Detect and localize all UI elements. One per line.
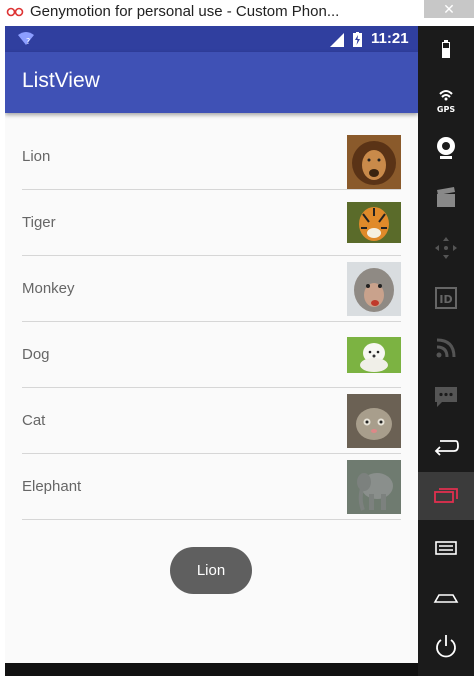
- home-icon: [433, 594, 459, 603]
- toast-message: Lion: [170, 547, 252, 594]
- dog-thumbnail: [347, 337, 401, 373]
- list-item-label: Elephant: [22, 478, 82, 495]
- toolbar-title: ListView: [22, 69, 100, 92]
- network-tool-button[interactable]: [418, 326, 474, 366]
- list-item-label: Lion: [22, 148, 51, 165]
- app-toolbar: ListView: [5, 52, 418, 113]
- list-item-lion[interactable]: Lion: [22, 124, 401, 190]
- device-screen: ? 11:21 ListView Lion Tiger Monkey Dog C…: [5, 26, 418, 663]
- capture-icon: [437, 187, 455, 207]
- lion-thumbnail: [347, 135, 401, 189]
- power-icon: [436, 635, 456, 658]
- gps-tool-button[interactable]: GPS: [418, 78, 474, 118]
- gps-icon: GPS: [437, 90, 455, 114]
- wifi-icon: ?: [18, 32, 34, 46]
- tiger-thumbnail: [347, 202, 401, 243]
- recents-icon: [434, 488, 458, 503]
- device-id-tool-button[interactable]: ID: [418, 276, 474, 316]
- battery-icon: [442, 40, 450, 58]
- back-icon: [434, 440, 459, 456]
- emulator-sidebar: GPS ID: [418, 26, 474, 676]
- sms-icon: [435, 387, 457, 407]
- signal-icon: [330, 33, 344, 47]
- dpad-icon: [435, 237, 457, 259]
- list-item-cat[interactable]: Cat: [22, 388, 401, 454]
- monkey-thumbnail: [347, 262, 401, 316]
- gps-label: GPS: [437, 105, 455, 114]
- window-titlebar: Genymotion for personal use - Custom Pho…: [0, 0, 474, 26]
- rss-icon: [436, 338, 456, 358]
- capture-tool-button[interactable]: [418, 176, 474, 216]
- dpad-tool-button[interactable]: [418, 226, 474, 266]
- id-label: ID: [439, 293, 452, 306]
- back-button[interactable]: [418, 424, 474, 464]
- menu-button[interactable]: [418, 526, 474, 566]
- list-item-dog[interactable]: Dog: [22, 322, 401, 388]
- list-item-label: Cat: [22, 412, 46, 429]
- list-item-monkey[interactable]: Monkey: [22, 256, 401, 322]
- home-button[interactable]: [418, 576, 474, 616]
- cat-thumbnail: [347, 394, 401, 448]
- genymotion-logo-icon: [6, 7, 24, 17]
- window-close-button[interactable]: ✕: [424, 0, 474, 18]
- status-bar: ? 11:21: [5, 26, 418, 52]
- battery-charging-icon: [353, 32, 362, 47]
- camera-tool-button[interactable]: [418, 126, 474, 166]
- animal-list[interactable]: Lion Tiger Monkey Dog Cat Elephant: [22, 124, 401, 520]
- recents-button[interactable]: [418, 472, 474, 520]
- sms-tool-button[interactable]: [418, 374, 474, 414]
- battery-tool-button[interactable]: [418, 30, 474, 70]
- list-item-label: Tiger: [22, 214, 56, 231]
- window-title: Genymotion for personal use - Custom Pho…: [30, 3, 340, 20]
- list-item-label: Dog: [22, 346, 50, 363]
- camera-icon: [437, 137, 455, 159]
- menu-icon: [435, 541, 457, 555]
- list-item-label: Monkey: [22, 280, 75, 297]
- list-item-elephant[interactable]: Elephant: [22, 454, 401, 520]
- svg-text:?: ?: [26, 37, 30, 46]
- list-item-tiger[interactable]: Tiger: [22, 190, 401, 256]
- status-clock: 11:21: [371, 30, 409, 47]
- power-button[interactable]: [418, 624, 474, 664]
- id-icon: ID: [435, 287, 457, 309]
- elephant-thumbnail: [347, 460, 401, 514]
- device-bottom-edge: [5, 663, 418, 676]
